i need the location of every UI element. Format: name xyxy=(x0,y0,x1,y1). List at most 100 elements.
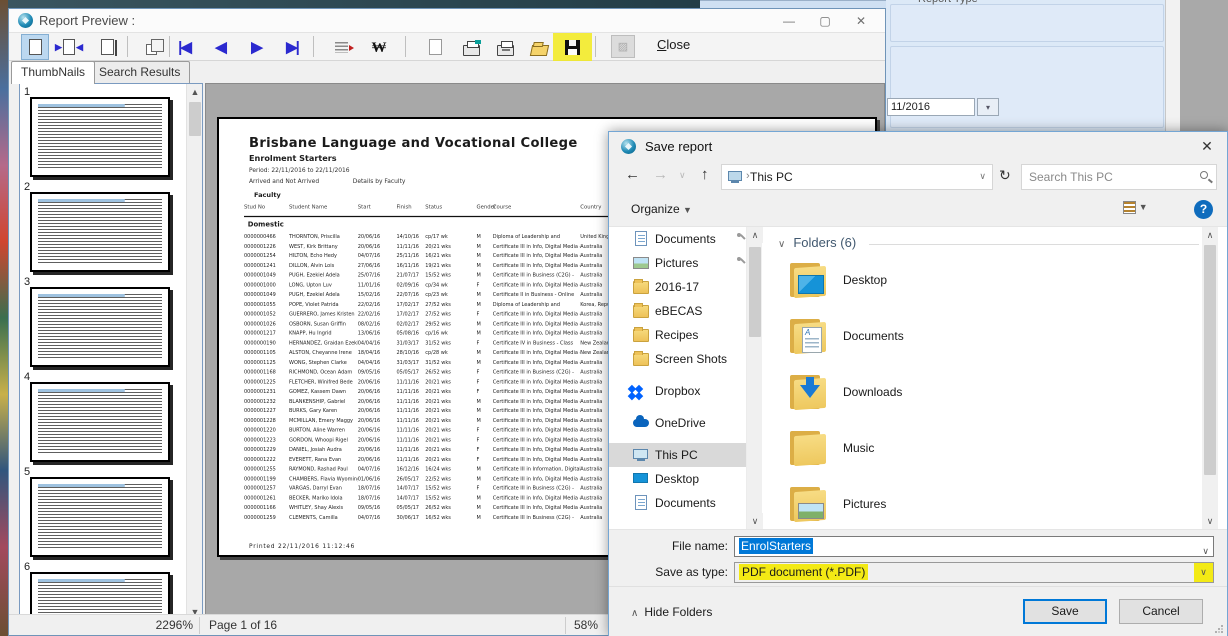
thumbnail-item[interactable]: 2 xyxy=(22,181,184,276)
dialog-close-button[interactable]: ✕ xyxy=(1195,136,1219,156)
thumbnail-item[interactable]: 1 xyxy=(22,86,184,181)
address-dropdown-icon[interactable]: ∨ xyxy=(979,171,986,182)
nav-pane-scrollbar[interactable]: ∧ ∨ xyxy=(746,227,762,529)
folder-item[interactable]: Downloads xyxy=(788,371,1068,419)
nav-pane-item-icon xyxy=(635,495,647,510)
close-window-button[interactable]: ✕ xyxy=(845,11,877,31)
nav-pane-item[interactable]: This PC xyxy=(609,443,759,467)
whole-page-icon xyxy=(29,39,42,55)
address-crumb[interactable]: This PC xyxy=(750,170,793,184)
address-bar[interactable]: › This PC ∨ xyxy=(721,164,993,190)
nav-pane-item[interactable]: OneDrive xyxy=(609,411,759,435)
folder-item[interactable]: Music xyxy=(788,427,1068,475)
thumbnail-scrollbar[interactable]: ▲ ▼ xyxy=(186,84,202,620)
preview-tab[interactable]: Search Results xyxy=(89,61,190,83)
save-as-type-dropdown-icon[interactable]: ∨ xyxy=(1194,563,1213,582)
dialog-body: Documents Pictures 2016-17 eB xyxy=(609,227,1227,529)
previous-page-icon: ◀ xyxy=(215,40,227,55)
nav-pane-item-label: Documents xyxy=(655,496,716,510)
cancel-button[interactable]: Cancel xyxy=(1119,599,1203,624)
open-report-button[interactable] xyxy=(525,34,553,60)
scroll-up-icon[interactable]: ▲ xyxy=(187,84,203,100)
thumbnail-item[interactable]: 6 xyxy=(22,561,184,621)
nav-pane-item[interactable]: Recipes xyxy=(609,323,759,347)
nav-pane-item[interactable]: Documents xyxy=(609,227,759,251)
close-preview-button[interactable]: Close xyxy=(657,37,690,52)
nav-pane-item-label: eBECAS xyxy=(655,304,702,318)
folder-name: Documents xyxy=(843,329,904,343)
minimize-button[interactable]: — xyxy=(773,11,805,31)
nav-pane-item[interactable]: Screen Shots xyxy=(609,347,759,371)
printer-setup-button[interactable] xyxy=(457,34,485,60)
folder-view-scrollbar[interactable]: ∧ ∨ xyxy=(1202,227,1218,529)
nav-pane-item[interactable]: Dropbox xyxy=(609,379,759,403)
forward-button[interactable]: → xyxy=(653,166,668,183)
save-report-button[interactable] xyxy=(558,34,586,60)
scroll-up-icon[interactable]: ∧ xyxy=(747,227,763,243)
hide-folders-button[interactable]: ∧Hide Folders xyxy=(631,605,712,619)
nav-pane-item[interactable]: eBECAS xyxy=(609,299,759,323)
scroll-up-icon[interactable]: ∧ xyxy=(1202,227,1218,243)
save-as-type-select[interactable]: PDF document (*.PDF) ∨ xyxy=(734,562,1214,583)
date-field[interactable]: 11/2016 xyxy=(887,98,975,116)
collapse-up-icon: ∧ xyxy=(631,608,638,619)
folder-view: ∨Folders (6) Desktop Documents xyxy=(764,227,1213,529)
scrollbar-thumb[interactable] xyxy=(1204,245,1216,475)
first-page-button[interactable]: ◀ xyxy=(171,34,199,60)
pin-icon xyxy=(737,233,741,237)
thumbnail-item[interactable]: 4 xyxy=(22,371,184,466)
nav-pane-item[interactable]: 2016-17 xyxy=(609,275,759,299)
page-width-button[interactable]: ▶◀ xyxy=(55,34,83,60)
save-button[interactable]: Save xyxy=(1023,599,1107,624)
folders-group-header[interactable]: ∨Folders (6) xyxy=(778,235,856,250)
first-page-icon: ◀ xyxy=(178,40,192,55)
goto-page-button[interactable] xyxy=(327,34,355,60)
last-page-button[interactable]: ▶ xyxy=(279,34,307,60)
preview-tab[interactable]: ThumbNails xyxy=(11,61,95,84)
file-name-value: EnrolStarters xyxy=(739,538,813,554)
folder-item[interactable]: Documents xyxy=(788,315,1068,363)
search-box[interactable]: Search This PC xyxy=(1021,164,1217,190)
next-page-button[interactable]: ▶ xyxy=(243,34,271,60)
thumbnail-item[interactable]: 5 xyxy=(22,466,184,561)
nav-pane-item[interactable]: Documents xyxy=(609,491,759,515)
nav-pane-item[interactable]: Pictures xyxy=(609,251,759,275)
back-button[interactable]: ← xyxy=(625,166,640,183)
save-icon xyxy=(565,40,580,55)
scrollbar-thumb[interactable] xyxy=(189,102,201,136)
print-button[interactable] xyxy=(491,34,519,60)
resize-grip[interactable] xyxy=(1214,624,1224,634)
previous-page-button[interactable]: ◀ xyxy=(207,34,235,60)
help-button[interactable]: ? xyxy=(1194,200,1213,219)
find-text-button[interactable]: ₩ xyxy=(365,34,393,60)
scroll-down-icon[interactable]: ∨ xyxy=(1202,513,1218,529)
nav-pane-item-label: Documents xyxy=(655,232,716,246)
multi-page-button[interactable] xyxy=(135,34,163,60)
file-name-dropdown-icon[interactable]: ∨ xyxy=(1202,542,1209,561)
whole-page-button[interactable] xyxy=(21,34,49,60)
preview-toolbar: ▶◀ ◀ ◀ ▶ ▶ ₩ ▨ Close xyxy=(9,33,885,61)
new-page-button[interactable] xyxy=(421,34,449,60)
nav-pane-item-icon xyxy=(633,449,648,459)
group-header-rule xyxy=(869,244,1199,245)
organize-button[interactable]: Organize ▼ xyxy=(631,202,692,216)
file-name-input[interactable]: EnrolStarters ∨ xyxy=(734,536,1214,557)
history-dropdown-icon[interactable]: ∨ xyxy=(679,170,686,181)
folder-name: Pictures xyxy=(843,497,886,511)
nav-pane-item-icon xyxy=(633,281,649,294)
folder-item[interactable]: Desktop xyxy=(788,259,1068,307)
view-options-button[interactable]: ▼ xyxy=(1123,201,1157,219)
thumbnail-page xyxy=(30,97,170,177)
refresh-button[interactable]: ↻ xyxy=(999,167,1011,184)
scroll-down-icon[interactable]: ∨ xyxy=(747,513,763,529)
maximize-button[interactable]: ▢ xyxy=(809,11,841,31)
folder-item[interactable]: Pictures xyxy=(788,483,1068,531)
dialog-titlebar: Save report ✕ xyxy=(609,132,1227,161)
scrollbar-thumb[interactable] xyxy=(749,247,761,337)
thumbnail-item[interactable]: 3 xyxy=(22,276,184,371)
nav-pane-item[interactable]: Desktop xyxy=(609,467,759,491)
up-button[interactable]: ↑ xyxy=(701,166,709,183)
this-pc-icon xyxy=(728,171,742,181)
full-size-button[interactable] xyxy=(93,34,121,60)
date-dropdown-button[interactable]: ▾ xyxy=(977,98,999,116)
